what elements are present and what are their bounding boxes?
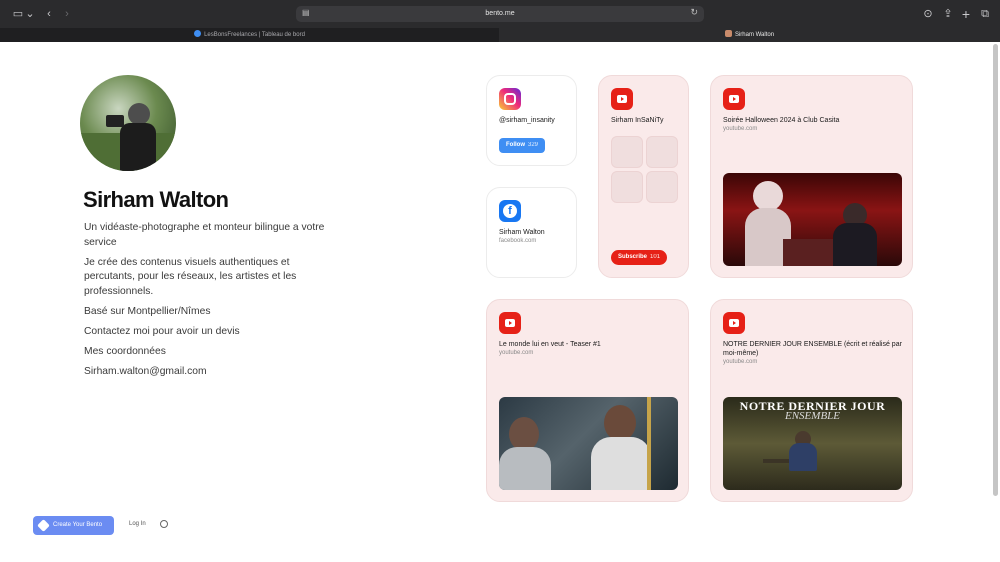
video-title: Soirée Halloween 2024 à Club Casita [723,117,840,124]
back-icon[interactable]: ‹ [41,6,57,22]
channel-title: Sirham InSaNiTy [611,117,664,124]
person-head [128,103,150,125]
video-placeholder [611,171,643,203]
page-scrollbar[interactable] [993,44,998,496]
bio-line: Mes coordonnées [84,345,166,357]
profile-name: Sirham Walton [83,187,229,212]
browser-toolbar: ▭ ⌄ ‹ › ▤ bento.me ↻ ⊙ ⇪ + ⧉ [0,0,1000,28]
bento-logo-icon [37,519,50,532]
video-domain: youtube.com [723,126,758,132]
new-tab-icon[interactable]: + [958,6,974,22]
subscribe-button[interactable]: Subscribe 101 [611,250,668,265]
tab-bar: LesBonsFreelances | Tableau de bord Sirh… [0,28,1000,42]
avatar [80,75,176,171]
youtube-icon [611,88,633,110]
teaser-video-card[interactable]: Le monde lui en veut - Teaser #1 youtube… [486,299,689,502]
subscribe-label: Subscribe [618,254,648,260]
bio-line: Contactez moi pour avoir un devis [84,325,240,337]
facebook-icon: f [499,200,521,222]
sidebar-toggle-icon[interactable]: ▭ [10,6,26,22]
video-placeholder [611,136,643,168]
person-body [789,443,817,471]
download-icon[interactable]: ⊙ [920,6,936,22]
costume-head [753,181,783,211]
bio-line: Je crée des contenus visuels authentique… [84,256,297,297]
youtube-channel-card[interactable]: Sirham InSaNiTy Subscribe 101 [598,75,689,278]
video-placeholder [646,136,678,168]
person-head [604,405,636,441]
youtube-icon [499,312,521,334]
tab-sirham-walton[interactable]: Sirham Walton [499,28,1000,42]
thumbnail-subtitle: ENSEMBLE [785,410,840,422]
follower-count: 329 [528,142,539,148]
facebook-domain: facebook.com [499,238,537,244]
verified-icon [194,30,202,37]
profile-bio: Un vidéaste-photographe et monteur bilin… [84,221,334,385]
tab-label: Sirham Walton [734,32,775,38]
create-bento-label: Create Your Bento [53,522,103,528]
person-head [509,417,539,451]
dernier-jour-video-card[interactable]: NOTRE DERNIER JOUR ENSEMBLE (écrit et ré… [710,299,913,502]
bio-line: Un vidéaste-photographe et monteur bilin… [84,222,325,248]
favicon-icon [724,30,732,37]
frame-edge [647,397,651,490]
subscriber-count: 101 [650,254,661,260]
youtube-icon [723,312,745,334]
login-link[interactable]: Log In [129,521,146,527]
facebook-card[interactable]: f Sirham Walton facebook.com [486,187,577,278]
follow-button[interactable]: Follow 329 [499,138,546,153]
create-bento-button[interactable]: Create Your Bento [33,516,114,535]
youtube-icon [723,88,745,110]
address-bar[interactable]: ▤ bento.me ↻ [296,6,704,22]
video-thumbnail[interactable] [499,397,678,490]
bio-email[interactable]: Sirham.walton@gmail.com [84,365,334,380]
video-domain: youtube.com [499,350,534,356]
instagram-handle: @sirham_insanity [499,117,555,124]
person-body [833,223,877,266]
tab-label: LesBonsFreelances | Tableau de bord [204,32,305,38]
person-body [591,437,651,490]
page-content: Sirham Walton Un vidéaste-photographe et… [0,42,1000,562]
forward-icon[interactable]: › [59,6,75,22]
video-title: NOTRE DERNIER JOUR ENSEMBLE (écrit et ré… [723,341,902,357]
settings-icon[interactable] [160,520,168,528]
instagram-card[interactable]: @sirham_insanity Follow 329 [486,75,577,166]
bio-line: Basé sur Montpellier/Nîmes [84,305,211,317]
video-thumbnail[interactable]: NOTRE DERNIER JOUR ENSEMBLE [723,397,902,490]
person-body [120,123,156,171]
video-title: Le monde lui en veut - Teaser #1 [499,341,601,348]
video-domain: youtube.com [723,359,758,365]
reload-icon[interactable]: ↻ [690,7,698,18]
video-thumbnail[interactable] [723,173,902,266]
camera-shape [106,115,124,127]
follow-label: Follow [506,142,525,148]
table-shape [783,239,833,266]
tab-lesbonsfreelances[interactable]: LesBonsFreelances | Tableau de bord [0,28,499,42]
share-icon[interactable]: ⇪ [940,6,956,22]
tab-overview-icon[interactable]: ⧉ [977,6,993,22]
facebook-title: Sirham Walton [499,229,545,236]
video-placeholder [646,171,678,203]
instagram-icon [499,88,521,110]
url-text: bento.me [485,10,515,17]
person-body [499,447,551,490]
halloween-video-card[interactable]: Soirée Halloween 2024 à Club Casita yout… [710,75,913,278]
chevron-down-icon[interactable]: ⌄ [25,6,35,22]
